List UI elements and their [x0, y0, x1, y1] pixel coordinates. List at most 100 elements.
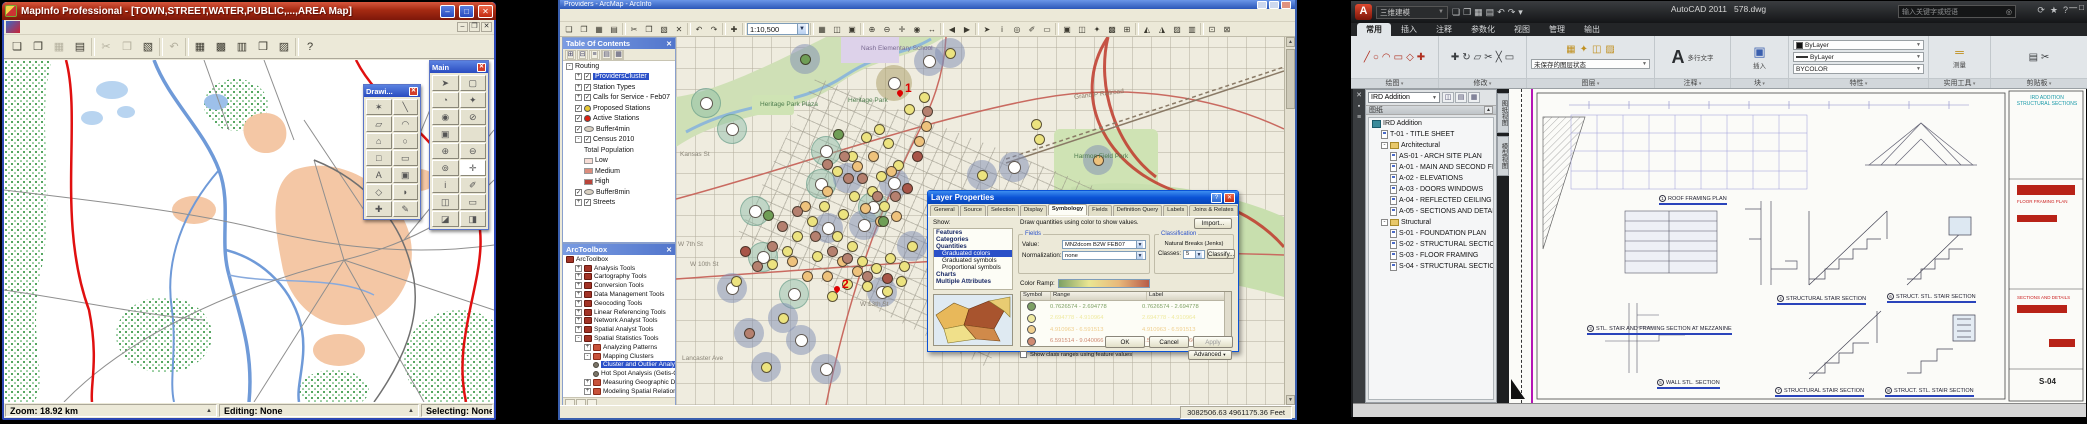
symbol-tool-icon[interactable]: ✶ — [366, 99, 392, 115]
close-icon[interactable]: ✕ — [409, 87, 418, 96]
infocenter-search[interactable]: 输入关键字或短语 ◎ — [1898, 5, 2016, 18]
menu-item[interactable] — [70, 26, 80, 28]
minimize-button[interactable] — [1257, 1, 1267, 9]
minimize-button[interactable]: – — [440, 5, 455, 18]
new-mapper-icon[interactable]: ▩ — [211, 37, 231, 57]
dialog-tab[interactable]: Source — [960, 205, 986, 216]
save-table-icon[interactable]: ▦ — [49, 37, 69, 57]
scale-icon[interactable]: ▭ — [1505, 52, 1514, 63]
class-symbol-icon[interactable] — [1027, 302, 1036, 311]
menu-item[interactable] — [50, 26, 60, 28]
expand-icon[interactable]: + — [584, 379, 591, 386]
expand-icon[interactable]: - — [575, 335, 582, 342]
toc-layer-row[interactable]: + Station Types — [563, 82, 675, 93]
label-column-header[interactable]: Label — [1147, 292, 1231, 300]
mtext-icon[interactable]: A — [1672, 47, 1685, 68]
panel-label[interactable]: 实用工具 — [1929, 78, 1990, 88]
dialog-tab[interactable]: Joins & Relates — [1189, 205, 1237, 216]
back-extent-icon[interactable]: ◀ — [945, 23, 959, 36]
toc-layer-row[interactable]: - Routing — [563, 61, 675, 72]
polygon-icon[interactable]: ◇ — [1406, 52, 1414, 63]
show-list-item[interactable]: Graduated colors — [934, 250, 1012, 257]
model-builder-icon[interactable]: ◫ — [1075, 23, 1089, 36]
toc-layer-row[interactable]: + Streets — [563, 198, 675, 209]
new-drawing-icon[interactable]: ❏ — [1452, 7, 1460, 18]
expand-icon[interactable]: + — [575, 300, 582, 307]
menu-item[interactable] — [626, 14, 634, 16]
paste-icon[interactable]: ▧ — [138, 37, 158, 57]
dialog-tab[interactable]: Labels — [1163, 205, 1188, 216]
panel-label[interactable]: 特性 — [1789, 78, 1928, 88]
class-symbol-icon[interactable] — [1027, 325, 1036, 334]
ribbon-tab[interactable]: 管理 — [1540, 23, 1574, 36]
sheet-row[interactable]: S-04 - STRUCTURAL SECTIONS — [1369, 261, 1493, 272]
show-list-item[interactable]: Proportional symbols — [934, 264, 1012, 271]
layer-state-select[interactable]: 未保存的图层状态▼ — [1531, 59, 1650, 69]
map-vertical-scrollbar[interactable]: ▲ ▼ — [1284, 37, 1295, 405]
layer-isolate-icon[interactable]: ◫ — [1592, 44, 1601, 55]
show-list-item[interactable]: Multiple Attributes — [934, 278, 1012, 285]
mapinfo-titlebar[interactable]: MapInfo Professional - [TOWN,STREET,WATE… — [2, 2, 496, 20]
layer-visibility-checkbox[interactable] — [575, 105, 582, 112]
copy-icon[interactable]: ❒ — [117, 37, 137, 57]
autohide-icon[interactable]: ▪ — [1358, 103, 1360, 110]
arc-tool-icon[interactable]: ◠ — [393, 116, 419, 132]
drawing-toolbar[interactable]: Drawi... ✕ ✶╲▱◠⌂○□▭A▣◇◗✚✎ — [363, 84, 421, 220]
drawing-toolbar-titlebar[interactable]: Drawi... ✕ — [364, 85, 420, 97]
menu-item[interactable] — [634, 14, 642, 16]
restore-button[interactable] — [1269, 1, 1279, 9]
close-icon[interactable]: ✕ — [666, 246, 672, 254]
fixed-zoom-icon[interactable]: ↔ — [925, 23, 939, 36]
measure-icon[interactable]: ═ — [1955, 45, 1964, 59]
close-button[interactable] — [1281, 1, 1291, 9]
main-toolbar-titlebar[interactable]: Main ✕ — [430, 61, 488, 73]
radius-select-icon[interactable]: ◔ — [432, 92, 459, 108]
toolbox-item-row[interactable]: + Measuring Geographic Distributions — [563, 378, 675, 387]
etransmit-icon[interactable]: ▤ — [1455, 92, 1467, 103]
circle-icon[interactable]: ○ — [1373, 52, 1379, 63]
sheet-row[interactable]: S-02 - STRUCTURAL SECTIONS — [1369, 239, 1493, 250]
search-icon[interactable]: ◎ — [2006, 8, 2012, 16]
toc-layer-row[interactable]: Low — [563, 156, 675, 167]
help-icon[interactable]: ? — [1211, 193, 1222, 203]
workspace-switcher[interactable]: 三维建模▼ — [1376, 6, 1448, 19]
close-icon[interactable]: ✕ — [477, 63, 486, 72]
ribbon-tab[interactable]: 参数化 — [1462, 23, 1504, 36]
toolbar-button[interactable] — [295, 38, 299, 56]
dialog-tab[interactable]: Definition Query — [1113, 205, 1163, 216]
menu-item[interactable] — [110, 26, 120, 28]
open-table-icon[interactable]: ❐ — [28, 37, 48, 57]
cut-icon[interactable]: ✂ — [627, 23, 641, 36]
class-row[interactable]: 4.910963 - 6.591513 4.910963 - 6.591513 — [1021, 324, 1231, 336]
expand-icon[interactable]: + — [575, 309, 582, 316]
open-drawing-icon[interactable]: ❐ — [1463, 7, 1471, 18]
reshape-tool-icon[interactable]: ◇ — [366, 184, 392, 200]
child-minimize-button[interactable]: – — [457, 22, 468, 32]
new-browser-icon[interactable]: ▦ — [190, 37, 210, 57]
rotate-icon[interactable]: ↻ — [1462, 52, 1470, 63]
toc-layer-row[interactable]: Total Population — [563, 145, 675, 156]
maximize-button[interactable]: □ — [459, 5, 474, 18]
line-tool-icon[interactable]: ╲ — [393, 99, 419, 115]
show-class-ranges-checkbox[interactable] — [1020, 351, 1027, 358]
arccatalog-icon[interactable]: ▩ — [1105, 23, 1119, 36]
toc-layer-row[interactable]: + Calls for Service - Feb07 — [563, 93, 675, 104]
sheet-row[interactable]: A-01 - MAIN AND SECOND FLOOR — [1369, 162, 1493, 173]
sheet-row[interactable]: AS-01 - ARCH SITE PLAN — [1369, 151, 1493, 162]
expand-icon[interactable]: + — [575, 84, 582, 91]
menu-item[interactable] — [618, 14, 626, 16]
blank[interactable] — [460, 126, 487, 142]
sheet-row[interactable]: A-05 - SECTIONS AND DETAILS — [1369, 206, 1493, 217]
symbol-style-icon[interactable]: ✚ — [366, 201, 392, 217]
palette-tab[interactable]: 模型视图 — [1497, 136, 1509, 176]
unselect-all-icon[interactable]: ⊘ — [460, 109, 487, 125]
sheets-section-header[interactable]: 图纸 ▲ — [1366, 105, 1496, 115]
add-data-icon[interactable]: ✚ — [727, 23, 741, 36]
line-icon[interactable]: ╱ — [1364, 52, 1370, 63]
expand-icon[interactable]: + — [575, 73, 582, 80]
toolbar-button[interactable] — [687, 23, 691, 35]
layer-visibility-checkbox[interactable] — [575, 126, 582, 133]
dialog-tab[interactable]: Fields — [1088, 205, 1111, 216]
delete-icon[interactable]: ✕ — [672, 23, 686, 36]
zoom-out-icon[interactable]: ⊖ — [880, 23, 894, 36]
